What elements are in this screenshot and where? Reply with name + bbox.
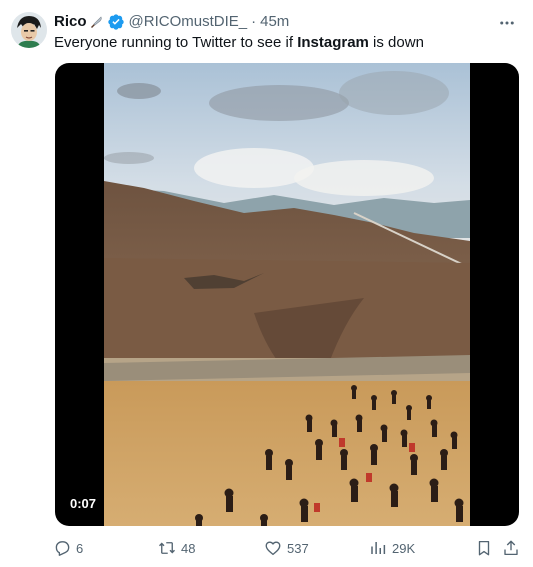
views-button[interactable]: 29K <box>368 536 415 560</box>
timestamp[interactable]: 45m <box>260 13 289 31</box>
bookmark-button[interactable] <box>474 536 494 560</box>
reply-count: 6 <box>76 540 84 556</box>
verified-badge-icon <box>107 13 125 31</box>
video-still-image <box>104 63 470 526</box>
views-chart-icon <box>368 538 388 558</box>
tweet-text: Everyone running to Twitter to see if In… <box>54 34 424 52</box>
retweet-icon <box>157 538 177 558</box>
avatar[interactable] <box>11 12 47 48</box>
tweet-text-part: Everyone running to Twitter to see if <box>54 34 298 51</box>
tweet-header: Rico @RICOmustDIE_ · 45m <box>54 13 289 31</box>
video-duration: 0:07 <box>65 494 102 514</box>
action-bar: 6 48 537 29K <box>0 536 533 560</box>
video-frame <box>104 63 470 526</box>
video-player[interactable]: 0:07 <box>55 63 519 526</box>
display-name[interactable]: Rico <box>54 13 87 31</box>
share-icon <box>501 538 521 558</box>
bookmark-icon <box>474 538 494 558</box>
heart-icon <box>263 538 283 558</box>
user-handle[interactable]: @RICOmustDIE_ <box>129 13 248 31</box>
like-count: 537 <box>287 540 309 556</box>
views-count: 29K <box>392 540 416 556</box>
retweet-button[interactable]: 48 <box>157 536 195 560</box>
more-dots-icon[interactable] <box>497 13 517 33</box>
tweet-text-bold: Instagram <box>297 34 369 51</box>
reply-button[interactable]: 6 <box>52 536 83 560</box>
reply-icon <box>52 538 72 558</box>
knife-icon <box>89 15 103 29</box>
tweet[interactable]: Rico @RICOmustDIE_ · 45m Everyone runnin… <box>0 0 533 567</box>
retweet-count: 48 <box>181 540 196 556</box>
tweet-text-part: is down <box>368 34 424 51</box>
separator-dot: · <box>251 13 257 30</box>
share-button[interactable] <box>501 536 521 560</box>
avatar-image <box>11 12 47 48</box>
like-button[interactable]: 537 <box>263 536 309 560</box>
